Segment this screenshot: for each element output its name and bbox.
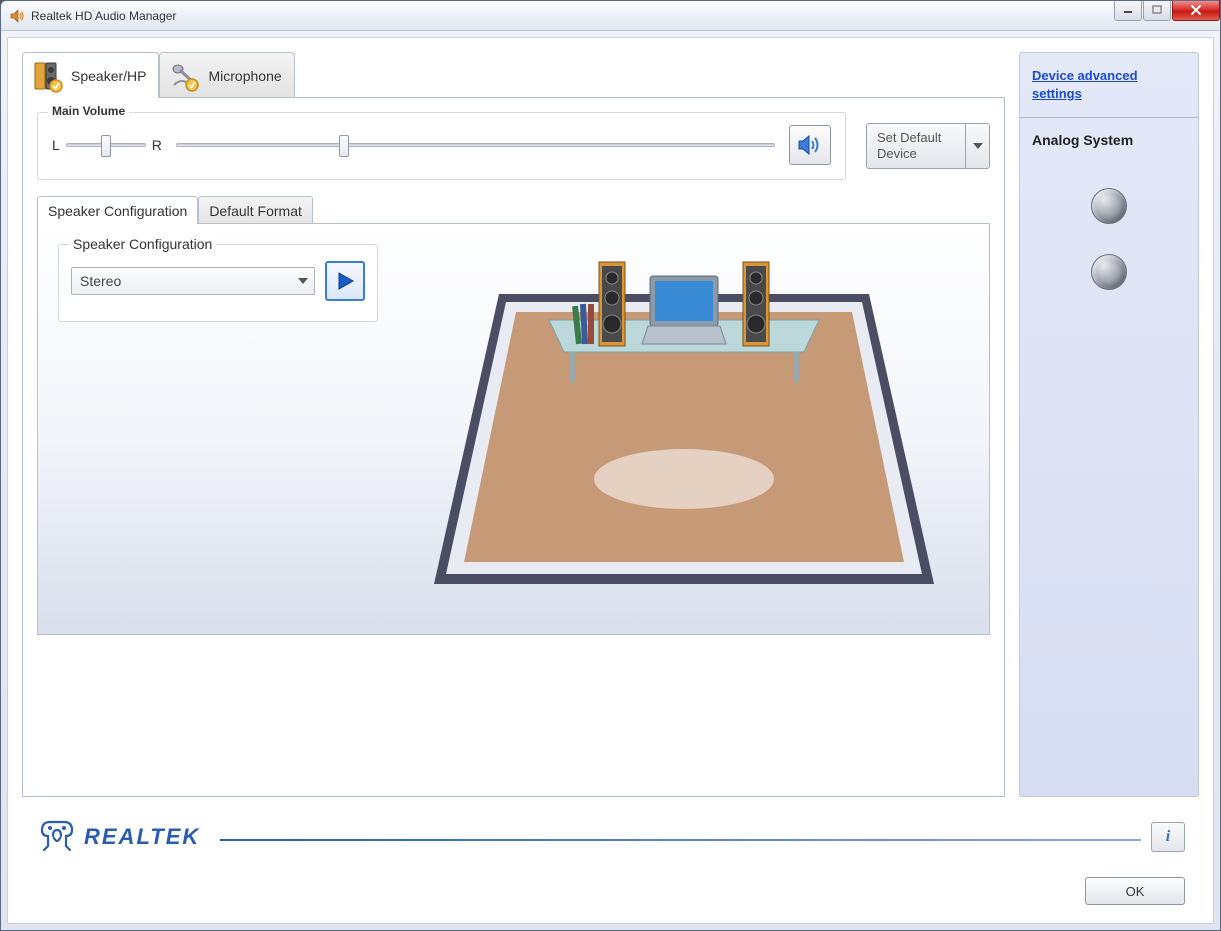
app-icon [9, 8, 25, 24]
tab-microphone[interactable]: Microphone [159, 52, 294, 98]
volume-slider[interactable] [176, 143, 775, 147]
jack-indicators [1032, 188, 1186, 290]
test-play-button[interactable] [325, 261, 365, 301]
brand: REALTEK [36, 818, 200, 857]
mute-button[interactable] [789, 125, 831, 165]
balance-right-label: R [152, 137, 162, 153]
speaker-config-box: Speaker Configuration Stereo [58, 244, 378, 322]
sidebar-divider [1020, 117, 1198, 118]
play-icon [335, 271, 355, 291]
speaker-config-select[interactable]: Stereo [71, 267, 315, 295]
balance-control: L R [52, 137, 162, 153]
jack-port-2[interactable] [1091, 254, 1127, 290]
realtek-logo-icon [36, 818, 76, 857]
default-device-button[interactable]: Set Default Device [866, 123, 990, 169]
balance-thumb[interactable] [101, 135, 111, 157]
default-device-label: Set Default Device [866, 123, 966, 169]
main-volume-group: Main Volume L R [37, 112, 846, 180]
content-area: Speaker/HP Microphone [7, 37, 1214, 924]
app-window: Realtek HD Audio Manager [0, 0, 1221, 931]
config-tabs: Speaker Configuration Default Format [37, 196, 990, 224]
tab-default-format-label: Default Format [209, 203, 302, 219]
volume-thumb[interactable] [339, 135, 349, 157]
microphone-icon [168, 59, 202, 93]
window-controls [1113, 1, 1220, 21]
minimize-button[interactable] [1114, 1, 1142, 21]
info-button[interactable]: i [1151, 822, 1185, 852]
ok-button[interactable]: OK [1085, 877, 1185, 905]
tab-microphone-label: Microphone [208, 68, 281, 84]
chevron-down-icon [973, 143, 983, 149]
speaker-config-value: Stereo [80, 273, 121, 289]
sound-icon [797, 133, 823, 157]
brand-name: REALTEK [84, 824, 200, 850]
analog-system-title: Analog System [1032, 132, 1186, 148]
window-title: Realtek HD Audio Manager [31, 9, 1113, 23]
main-panel: Main Volume L R [22, 97, 1005, 797]
main-volume-legend: Main Volume [48, 104, 129, 118]
balance-left-label: L [52, 137, 60, 153]
speaker-config-panel: Speaker Configuration Stereo [37, 223, 990, 635]
speaker-icon [31, 59, 65, 93]
jack-port-1[interactable] [1091, 188, 1127, 224]
room-illustration [398, 244, 969, 614]
tab-speaker-configuration-label: Speaker Configuration [48, 203, 187, 219]
footer: REALTEK i [22, 797, 1199, 877]
close-button[interactable] [1172, 1, 1220, 21]
speaker-config-legend: Speaker Configuration [69, 236, 216, 252]
brand-divider-line [220, 839, 1141, 841]
tab-default-format[interactable]: Default Format [198, 196, 313, 224]
titlebar: Realtek HD Audio Manager [1, 1, 1220, 31]
tab-speaker-label: Speaker/HP [71, 68, 146, 84]
device-advanced-settings-link[interactable]: Device advanced settings [1032, 67, 1186, 103]
tab-speaker[interactable]: Speaker/HP [22, 52, 159, 98]
tab-speaker-configuration[interactable]: Speaker Configuration [37, 196, 198, 224]
chevron-down-icon [298, 278, 308, 284]
maximize-button[interactable] [1143, 1, 1171, 21]
right-sidebar: Device advanced settings Analog System [1019, 52, 1199, 797]
device-tabs: Speaker/HP Microphone [22, 52, 1005, 98]
balance-slider[interactable] [66, 143, 146, 147]
default-device-dropdown[interactable] [966, 123, 990, 169]
